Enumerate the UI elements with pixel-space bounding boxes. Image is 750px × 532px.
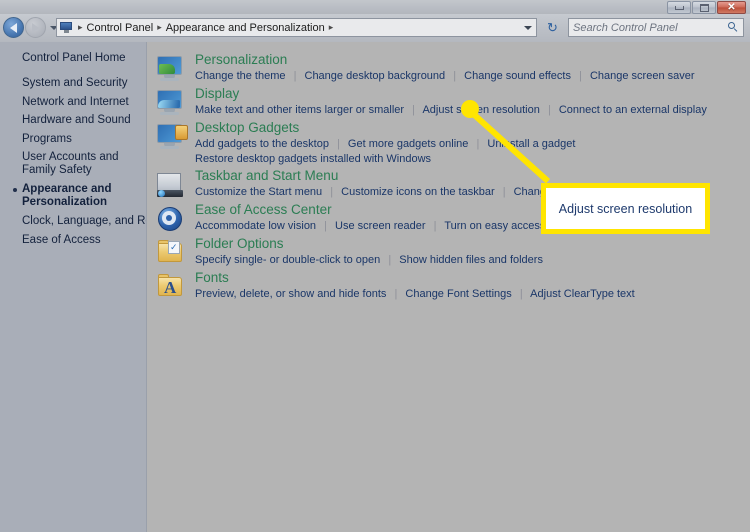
- category-title[interactable]: Folder Options: [195, 236, 543, 252]
- category-links: Add gadgets to the desktop | Get more ga…: [195, 137, 575, 151]
- link-change-sound-effects[interactable]: Change sound effects: [464, 70, 571, 82]
- minimize-icon: [674, 5, 684, 10]
- sidebar-item-appearance-and-personalization[interactable]: Appearance and Personalization: [22, 183, 138, 209]
- navigation-buttons: [3, 17, 58, 38]
- category-title[interactable]: Taskbar and Start Menu: [195, 168, 634, 184]
- link-separator: |: [293, 70, 297, 82]
- display-icon: [155, 88, 185, 118]
- link-separator: |: [433, 220, 437, 232]
- arrow-right-icon: [32, 22, 39, 33]
- link-preview-delete-fonts[interactable]: Preview, delete, or show and hide fonts: [195, 288, 386, 300]
- link-add-gadgets-to-desktop[interactable]: Add gadgets to the desktop: [195, 138, 329, 150]
- link-restore-desktop-gadgets[interactable]: Restore desktop gadgets installed with W…: [195, 153, 431, 165]
- control-panel-window: ✕ ▸ Control Panel ▸ Appearance and Perso…: [0, 0, 750, 532]
- maximize-button[interactable]: [692, 1, 716, 14]
- breadcrumb-separator-1: ▸: [157, 22, 162, 32]
- personalization-icon: [155, 54, 185, 84]
- refresh-button[interactable]: ↻: [543, 19, 562, 36]
- link-customize-icons-taskbar[interactable]: Customize icons on the taskbar: [341, 186, 494, 198]
- sidebar-item-control-panel-home[interactable]: Control Panel Home: [22, 52, 126, 65]
- link-separator: |: [502, 186, 506, 198]
- category-links: Specify single- or double-click to open …: [195, 253, 543, 267]
- link-separator: |: [476, 138, 480, 150]
- sidebar-item-ease-of-access[interactable]: Ease of Access: [22, 234, 101, 247]
- breadcrumb-item-appearance[interactable]: Appearance and Personalization: [164, 22, 327, 34]
- breadcrumb-separator-2[interactable]: ▸: [327, 22, 336, 33]
- annotation-highlight-dot: [461, 100, 479, 118]
- link-get-more-gadgets-online[interactable]: Get more gadgets online: [348, 138, 468, 150]
- back-button[interactable]: [3, 17, 24, 38]
- sidebar-item-system-and-security[interactable]: System and Security: [22, 77, 127, 90]
- link-separator: |: [519, 288, 523, 300]
- content-area: Personalization Change the theme | Chang…: [147, 42, 750, 532]
- ease-of-access-icon: [155, 204, 185, 234]
- category-links: Change the theme | Change desktop backgr…: [195, 69, 695, 83]
- window-controls: ✕: [667, 1, 746, 14]
- sidebar-selected-bullet-icon: [13, 188, 17, 192]
- link-separator: |: [324, 220, 327, 232]
- link-change-screen-saver[interactable]: Change screen saver: [590, 70, 695, 82]
- category-title[interactable]: Fonts: [195, 270, 635, 286]
- link-separator: |: [394, 288, 398, 300]
- link-change-the-theme[interactable]: Change the theme: [195, 70, 286, 82]
- category-links: Preview, delete, or show and hide fonts …: [195, 287, 635, 301]
- category-title[interactable]: Personalization: [195, 52, 695, 68]
- link-change-font-settings[interactable]: Change Font Settings: [405, 288, 511, 300]
- link-separator: |: [337, 138, 340, 150]
- link-use-screen-reader[interactable]: Use screen reader: [335, 220, 426, 232]
- control-panel-icon: [60, 21, 74, 34]
- link-separator: |: [579, 70, 582, 82]
- arrow-left-icon: [10, 22, 17, 33]
- annotation-callout: Adjust screen resolution: [541, 183, 710, 234]
- annotation-callout-label: Adjust screen resolution: [558, 201, 693, 216]
- search-placeholder: Search Control Panel: [573, 21, 678, 34]
- fonts-icon: A: [155, 272, 185, 302]
- search-icon: [728, 22, 739, 33]
- desktop-gadgets-icon: [155, 122, 188, 152]
- breadcrumb-dropdown-icon[interactable]: [524, 26, 532, 30]
- link-change-desktop-background[interactable]: Change desktop background: [305, 70, 446, 82]
- sidebar-item-programs[interactable]: Programs: [22, 133, 72, 146]
- sidebar-item-hardware-and-sound[interactable]: Hardware and Sound: [22, 114, 131, 127]
- sidebar: Control Panel Home System and Security N…: [0, 42, 174, 532]
- link-adjust-screen-resolution[interactable]: Adjust screen resolution: [422, 104, 539, 116]
- link-separator: |: [547, 104, 551, 116]
- title-bar: ✕: [0, 0, 750, 14]
- close-button[interactable]: ✕: [717, 1, 746, 14]
- search-input[interactable]: Search Control Panel: [568, 18, 744, 37]
- close-icon: ✕: [727, 1, 736, 13]
- category-title[interactable]: Display: [195, 86, 707, 102]
- link-separator: |: [330, 186, 334, 198]
- link-specify-click-to-open[interactable]: Specify single- or double-click to open: [195, 254, 380, 266]
- folder-options-icon: ✓: [155, 238, 185, 268]
- link-accommodate-low-vision[interactable]: Accommodate low vision: [195, 220, 316, 232]
- breadcrumb-item-control-panel[interactable]: Control Panel: [85, 22, 156, 34]
- taskbar-icon: [155, 170, 185, 200]
- link-make-text-larger-or-smaller[interactable]: Make text and other items larger or smal…: [195, 104, 404, 116]
- link-adjust-cleartype-text[interactable]: Adjust ClearType text: [530, 288, 635, 300]
- link-separator: |: [453, 70, 457, 82]
- restore-icon: [699, 3, 709, 12]
- forward-button[interactable]: [25, 17, 46, 38]
- address-bar: ▸ Control Panel ▸ Appearance and Persona…: [0, 14, 750, 42]
- link-connect-to-external-display[interactable]: Connect to an external display: [559, 104, 707, 116]
- category-title[interactable]: Desktop Gadgets: [195, 120, 575, 136]
- sidebar-item-user-accounts[interactable]: User Accounts and Family Safety: [22, 151, 138, 177]
- minimize-button[interactable]: [667, 1, 691, 14]
- breadcrumb-separator-0: ▸: [78, 22, 83, 32]
- link-separator: |: [388, 254, 392, 266]
- category-links: Make text and other items larger or smal…: [195, 103, 707, 117]
- sidebar-item-network-and-internet[interactable]: Network and Internet: [22, 96, 129, 109]
- link-show-hidden-files[interactable]: Show hidden files and folders: [399, 254, 543, 266]
- breadcrumb[interactable]: ▸ Control Panel ▸ Appearance and Persona…: [56, 18, 537, 37]
- link-customize-start-menu[interactable]: Customize the Start menu: [195, 186, 322, 198]
- link-separator: |: [412, 104, 416, 116]
